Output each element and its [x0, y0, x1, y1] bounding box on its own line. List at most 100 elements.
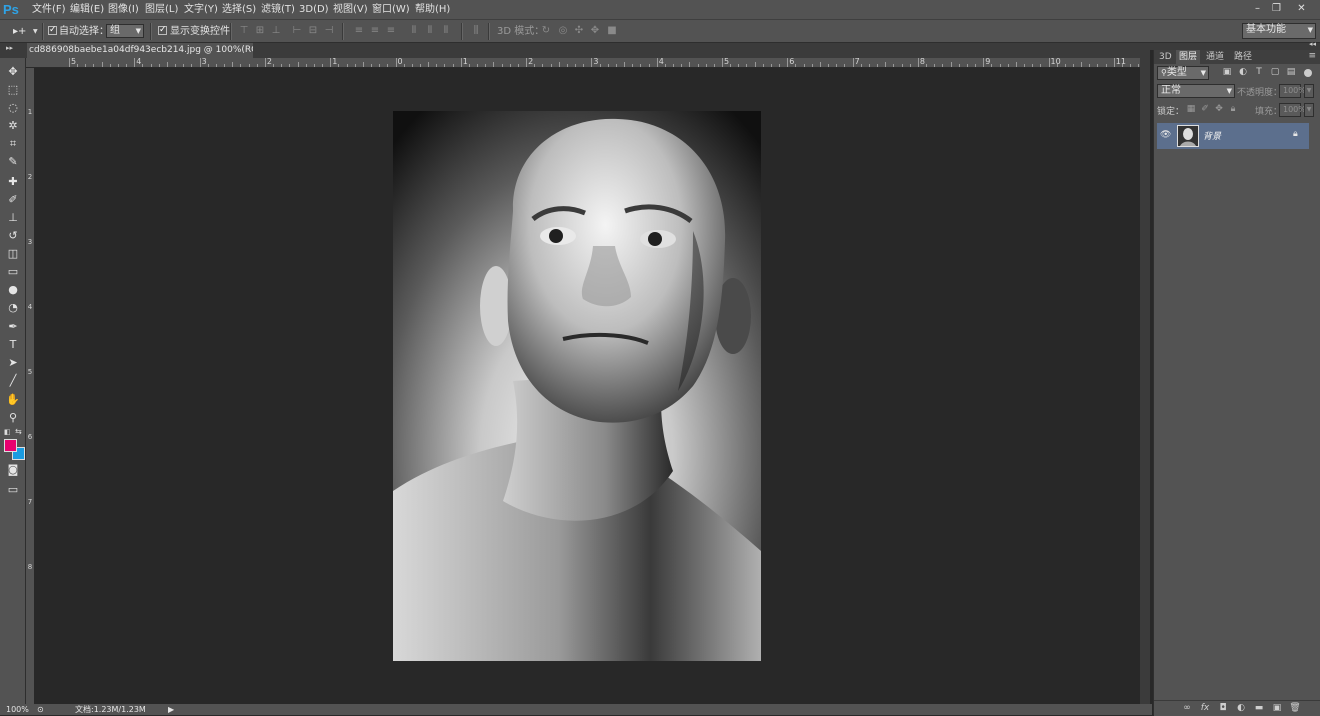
eyedropper-tool-icon[interactable]: ✎: [5, 154, 21, 170]
tool-preset-chevron-icon[interactable]: ▼: [33, 28, 38, 35]
tab-channels[interactable]: 通道: [1203, 50, 1227, 64]
menu-help[interactable]: 帮助(H): [415, 0, 450, 19]
status-info-icon[interactable]: ⊙: [37, 704, 44, 715]
lock-pixels-icon[interactable]: ✐: [1199, 104, 1211, 115]
minimize-button[interactable]: –: [1250, 2, 1265, 15]
tab-paths[interactable]: 路径: [1231, 50, 1255, 64]
document-image[interactable]: [393, 111, 761, 661]
distribute-left-icon[interactable]: ⦀: [408, 25, 420, 37]
blend-mode-dropdown[interactable]: 正常 ▼: [1157, 84, 1235, 98]
distribute-top-icon[interactable]: ≡: [353, 25, 365, 37]
close-window-button[interactable]: ✕: [1294, 2, 1309, 15]
distribute-hcenter-icon[interactable]: ⦀: [424, 25, 436, 37]
align-hcenter-icon[interactable]: ⊟: [307, 25, 319, 37]
collapse-panels-icon[interactable]: ◂◂: [1309, 40, 1316, 48]
show-transform-checkbox[interactable]: ✓: [158, 26, 167, 35]
pen-tool-icon[interactable]: ✒: [5, 319, 21, 335]
new-group-icon[interactable]: ▬: [1253, 703, 1265, 714]
tab-layers[interactable]: 图层: [1176, 50, 1201, 64]
3d-pan-icon[interactable]: ✣: [573, 25, 585, 37]
filter-toggle[interactable]: [1304, 69, 1312, 77]
filter-kind-dropdown[interactable]: ⚲类型 ▼: [1157, 66, 1209, 80]
brush-tool-icon[interactable]: ✐: [5, 192, 21, 208]
distribute-bottom-icon[interactable]: ≡: [385, 25, 397, 37]
panel-collapse-bar[interactable]: ◂◂: [1150, 40, 1320, 50]
add-mask-icon[interactable]: ◘: [1217, 703, 1229, 714]
workspace-dropdown[interactable]: 基本功能 ▼: [1242, 23, 1316, 39]
link-layers-icon[interactable]: ∞: [1181, 703, 1193, 714]
lock-position-icon[interactable]: ✥: [1213, 104, 1225, 115]
eraser-tool-icon[interactable]: ◫: [5, 246, 21, 262]
swap-colors-icon[interactable]: ⇆: [15, 427, 22, 436]
delete-layer-icon[interactable]: 🗑︎: [1289, 703, 1301, 714]
align-top-icon[interactable]: ⊤: [238, 25, 250, 37]
new-layer-icon[interactable]: ▣: [1271, 703, 1283, 714]
layer-name[interactable]: 背景: [1203, 129, 1221, 142]
type-tool-icon[interactable]: T: [5, 337, 21, 353]
panel-menu-icon[interactable]: ≡: [1308, 51, 1316, 61]
menu-edit[interactable]: 编辑(E): [70, 0, 104, 19]
zoom-level[interactable]: 100%: [6, 704, 29, 715]
move-tool-icon[interactable]: ✥: [5, 64, 21, 80]
auto-select-dropdown[interactable]: 组 ▼: [106, 24, 144, 38]
menu-window[interactable]: 窗口(W): [372, 0, 410, 19]
align-vcenter-icon[interactable]: ⊞: [254, 25, 266, 37]
move-tool-preset-icon[interactable]: ▸+: [13, 25, 26, 39]
filter-type-icon[interactable]: T: [1253, 67, 1265, 78]
screen-mode-icon[interactable]: ▭: [5, 482, 21, 498]
blur-tool-icon[interactable]: ●: [5, 282, 21, 298]
fill-slider-arrow-icon[interactable]: ▼: [1304, 103, 1314, 117]
path-select-tool-icon[interactable]: ➤: [5, 355, 21, 371]
filter-smart-icon[interactable]: ▤: [1285, 67, 1297, 78]
distribute-right-icon[interactable]: ⦀: [440, 25, 452, 37]
vertical-scrollbar[interactable]: [1140, 58, 1150, 704]
gradient-tool-icon[interactable]: ▭: [5, 264, 21, 280]
menu-filter[interactable]: 滤镜(T): [261, 0, 295, 19]
menu-file[interactable]: 文件(F): [32, 0, 66, 19]
align-bottom-icon[interactable]: ⊥: [270, 25, 282, 37]
stamp-tool-icon[interactable]: ⊥: [5, 210, 21, 226]
auto-select-checkbox[interactable]: ✓: [48, 26, 57, 35]
status-menu-arrow-icon[interactable]: ▶: [168, 704, 174, 715]
lasso-tool-icon[interactable]: ◌: [5, 100, 21, 116]
auto-align-icon[interactable]: ⫼: [470, 25, 482, 37]
history-brush-tool-icon[interactable]: ↺: [5, 228, 21, 244]
zoom-tool-icon[interactable]: ⚲: [5, 410, 21, 426]
quick-select-tool-icon[interactable]: ✲: [5, 118, 21, 134]
collapse-toolbox-icon[interactable]: ▸▸: [6, 44, 13, 52]
3d-rotate-icon[interactable]: ↻: [540, 25, 552, 37]
menu-image[interactable]: 图像(I): [108, 0, 139, 19]
tab-3d[interactable]: 3D: [1156, 50, 1175, 64]
opacity-slider-arrow-icon[interactable]: ▼: [1304, 84, 1314, 98]
menu-view[interactable]: 视图(V): [333, 0, 368, 19]
document-tab[interactable]: cd886908baebe1a04df943ecb214.jpg @ 100%(…: [27, 43, 253, 58]
lock-all-icon[interactable]: 🔒︎: [1227, 104, 1239, 115]
filter-adjustment-icon[interactable]: ◐: [1237, 67, 1249, 78]
dodge-tool-icon[interactable]: ◔: [5, 300, 21, 316]
align-left-icon[interactable]: ⊢: [291, 25, 303, 37]
layer-row-background[interactable]: 👁︎ 背景 🔒︎: [1157, 123, 1309, 149]
restore-button[interactable]: ❐: [1269, 2, 1284, 15]
eye-icon[interactable]: 👁︎: [1160, 130, 1171, 140]
crop-tool-icon[interactable]: ⌗: [5, 136, 21, 152]
3d-scale-icon[interactable]: ■: [606, 25, 618, 37]
marquee-tool-icon[interactable]: ⬚: [5, 82, 21, 98]
menu-select[interactable]: 选择(S): [222, 0, 256, 19]
foreground-color-swatch[interactable]: [4, 439, 17, 452]
layer-style-icon[interactable]: fx: [1199, 703, 1211, 714]
filter-shape-icon[interactable]: ▢: [1269, 67, 1281, 78]
3d-roll-icon[interactable]: ◎: [557, 25, 569, 37]
adjustment-layer-icon[interactable]: ◐: [1235, 703, 1247, 714]
healing-tool-icon[interactable]: ✚: [5, 174, 21, 190]
fill-input[interactable]: 100%: [1279, 103, 1306, 117]
quick-mask-icon[interactable]: ◙: [5, 462, 21, 478]
menu-layer[interactable]: 图层(L): [145, 0, 178, 19]
distribute-vcenter-icon[interactable]: ≡: [369, 25, 381, 37]
align-right-icon[interactable]: ⊣: [323, 25, 335, 37]
menu-type[interactable]: 文字(Y): [184, 0, 218, 19]
3d-slide-icon[interactable]: ✥: [589, 25, 601, 37]
default-colors-icon[interactable]: ◧: [4, 428, 11, 436]
hand-tool-icon[interactable]: ✋: [5, 392, 21, 408]
opacity-input[interactable]: 100%: [1279, 84, 1306, 98]
menu-3d[interactable]: 3D(D): [299, 0, 329, 19]
